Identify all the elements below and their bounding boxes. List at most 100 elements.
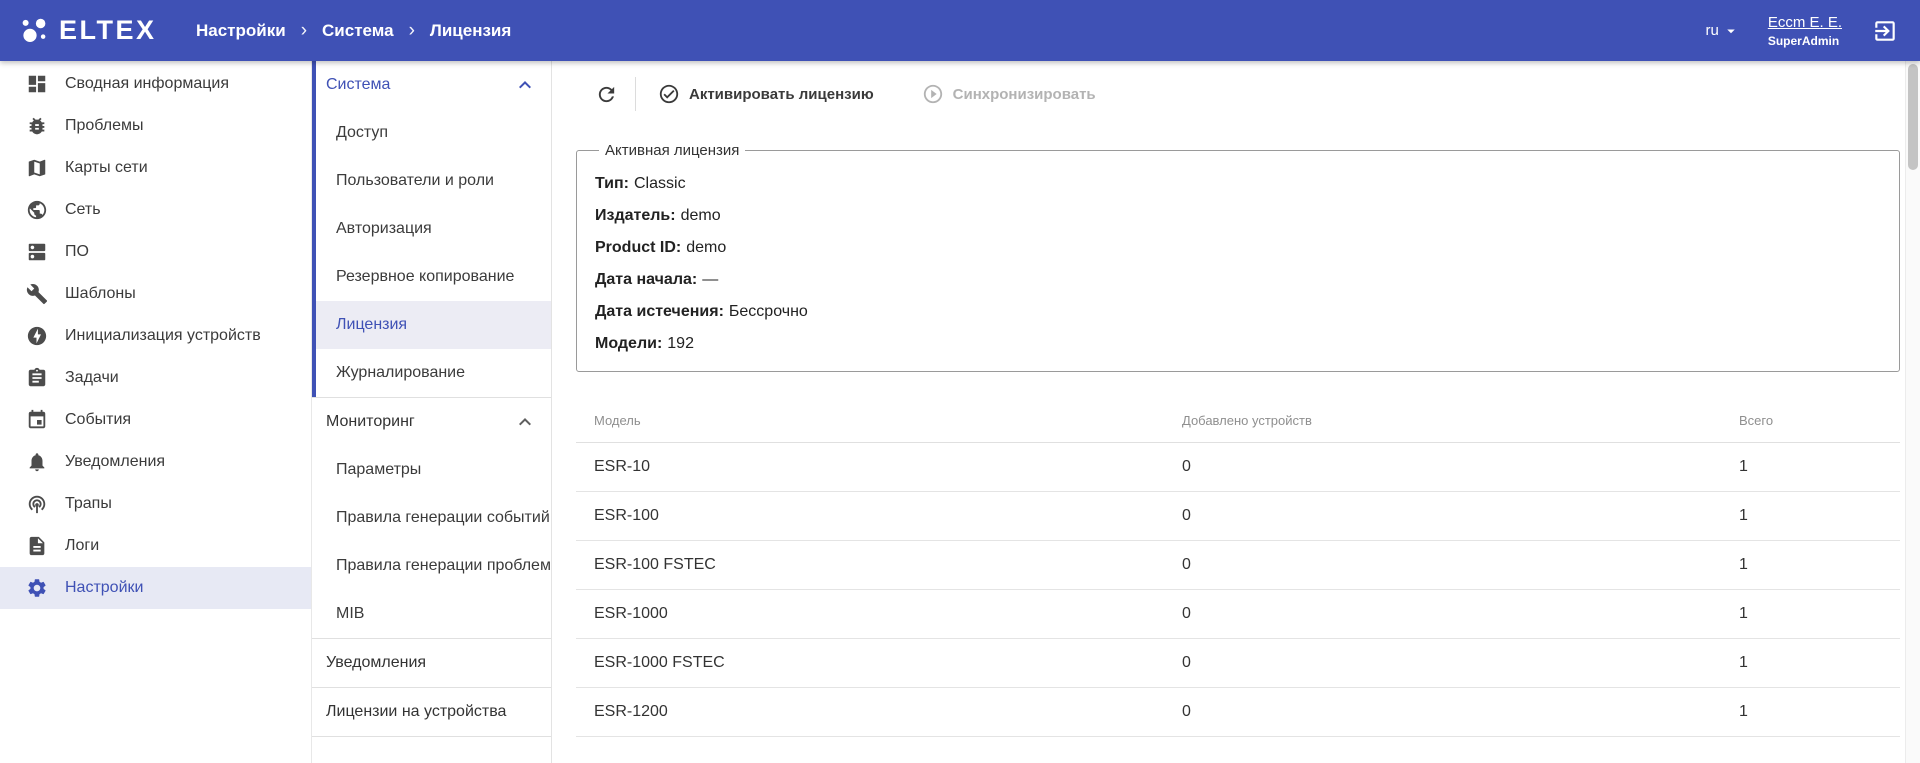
table-row: ESR-1000 FSTEC 0 1 [576, 639, 1900, 688]
toolbar: Активировать лицензию Синхронизировать [552, 68, 1920, 120]
submenu-item-logging[interactable]: Журналирование [316, 349, 551, 397]
breadcrumb-license[interactable]: Лицензия [430, 21, 511, 41]
scrollbar-thumb[interactable] [1908, 64, 1918, 170]
sidebar-item-events[interactable]: События [0, 399, 311, 441]
sidebar-item-label: Проблемы [65, 117, 143, 135]
table-row: ESR-100 0 1 [576, 492, 1900, 541]
submenu-item-authorization[interactable]: Авторизация [316, 205, 551, 253]
license-field-product-id: Product ID:demo [595, 239, 1881, 257]
table-row: ESR-1200 0 1 [576, 688, 1900, 737]
breadcrumb-settings[interactable]: Настройки [196, 21, 286, 41]
topbar-right: ru Eccm E. E. SuperAdmin [1705, 14, 1920, 48]
column-header-model: Модель [576, 398, 1182, 443]
logout-button[interactable] [1870, 16, 1900, 46]
submenu-header-monitoring[interactable]: Мониторинг [316, 398, 551, 446]
sidebar-item-label: Задачи [65, 369, 119, 387]
submenu-section-device-licenses[interactable]: Лицензии на устройства [312, 688, 551, 736]
divider [312, 736, 551, 737]
user-menu[interactable]: Eccm E. E. SuperAdmin [1768, 14, 1842, 48]
main-sidebar: Сводная информация Проблемы Карты сети С… [0, 61, 312, 763]
bolt-icon [26, 325, 48, 347]
globe-icon [26, 199, 48, 221]
submenu-section-system: Система Доступ Пользователи и роли Автор… [312, 61, 551, 397]
total-cell: 1 [1739, 688, 1900, 737]
field-label: Издатель: [595, 207, 676, 224]
sidebar-item-label: События [65, 411, 131, 429]
active-license-panel: Активная лицензия Тип:Classic Издатель:d… [576, 142, 1900, 372]
play-circle-icon [922, 83, 944, 105]
eltex-logo-icon [20, 16, 50, 46]
submenu-item-event-rules[interactable]: Правила генерации событий [316, 494, 551, 542]
sidebar-item-label: Настройки [65, 579, 143, 597]
eltex-logo[interactable]: ELTEX [0, 15, 170, 46]
chevron-right-icon: › [301, 20, 307, 42]
sidebar-item-traps[interactable]: Трапы [0, 483, 311, 525]
language-value: ru [1705, 22, 1718, 39]
sidebar-item-notifications[interactable]: Уведомления [0, 441, 311, 483]
active-license-legend: Активная лицензия [599, 142, 745, 159]
field-label: Дата истечения: [595, 303, 724, 320]
added-cell: 0 [1182, 492, 1739, 541]
field-label: Дата начала: [595, 271, 697, 288]
table-row: ESR-100 FSTEC 0 1 [576, 541, 1900, 590]
sidebar-item-network[interactable]: Сеть [0, 189, 311, 231]
language-selector[interactable]: ru [1705, 22, 1739, 40]
synchronize-button: Синхронизировать [918, 77, 1100, 111]
sidebar-item-network-maps[interactable]: Карты сети [0, 147, 311, 189]
submenu-item-problem-rules[interactable]: Правила генерации проблем [316, 542, 551, 590]
submenu-header-label: Система [326, 76, 390, 94]
model-cell: ESR-1200 [576, 688, 1182, 737]
check-circle-icon [658, 83, 680, 105]
license-field-expiry-date: Дата истечения: Бессрочно [595, 303, 1881, 321]
logo-text: ELTEX [59, 15, 157, 46]
submenu-section-notifications[interactable]: Уведомления [312, 639, 551, 687]
submenu-item-parameters[interactable]: Параметры [316, 446, 551, 494]
sidebar-item-label: Карты сети [65, 159, 148, 177]
user-name: Eccm E. E. [1768, 14, 1842, 31]
sidebar-item-problems[interactable]: Проблемы [0, 105, 311, 147]
submenu-item-backup[interactable]: Резервное копирование [316, 253, 551, 301]
field-value: Classic [634, 175, 686, 192]
sidebar-item-software[interactable]: ПО [0, 231, 311, 273]
sidebar-item-tasks[interactable]: Задачи [0, 357, 311, 399]
topbar: ELTEX Настройки › Система › Лицензия ru … [0, 0, 1920, 61]
field-value: demo [681, 207, 721, 224]
vertical-scrollbar[interactable] [1905, 61, 1920, 763]
field-value: — [702, 271, 718, 288]
submenu-header-system[interactable]: Система [316, 61, 551, 109]
table-row: ESR-1000 0 1 [576, 590, 1900, 639]
calendar-icon [26, 409, 48, 431]
added-cell: 0 [1182, 443, 1739, 492]
sidebar-item-label: Инициализация устройств [65, 327, 261, 345]
sidebar-item-device-init[interactable]: Инициализация устройств [0, 315, 311, 357]
submenu-section-monitoring: Мониторинг Параметры Правила генерации с… [312, 398, 551, 638]
sidebar-item-settings[interactable]: Настройки [0, 567, 311, 609]
sidebar-item-summary[interactable]: Сводная информация [0, 63, 311, 105]
sidebar-item-templates[interactable]: Шаблоны [0, 273, 311, 315]
total-cell: 1 [1739, 492, 1900, 541]
server-icon [26, 241, 48, 263]
model-cell: ESR-1000 [576, 590, 1182, 639]
submenu-item-access[interactable]: Доступ [316, 109, 551, 157]
added-cell: 0 [1182, 590, 1739, 639]
activate-license-label: Активировать лицензию [689, 86, 874, 103]
settings-submenu: Система Доступ Пользователи и роли Автор… [312, 61, 552, 763]
total-cell: 1 [1739, 590, 1900, 639]
field-value: Бессрочно [729, 303, 808, 320]
dashboard-icon [26, 73, 48, 95]
breadcrumb-system[interactable]: Система [322, 21, 394, 41]
sidebar-item-logs[interactable]: Логи [0, 525, 311, 567]
submenu-item-users-roles[interactable]: Пользователи и роли [316, 157, 551, 205]
model-cell: ESR-100 [576, 492, 1182, 541]
field-label: Модели: [595, 335, 662, 352]
refresh-button[interactable] [590, 78, 623, 111]
submenu-item-license[interactable]: Лицензия [316, 301, 551, 349]
submenu-item-mib[interactable]: MIB [316, 590, 551, 638]
antenna-icon [26, 493, 48, 515]
synchronize-label: Синхронизировать [953, 86, 1096, 103]
table-row: ESR-10 0 1 [576, 443, 1900, 492]
added-cell: 0 [1182, 688, 1739, 737]
model-cell: ESR-10 [576, 443, 1182, 492]
clipboard-icon [26, 367, 48, 389]
activate-license-button[interactable]: Активировать лицензию [654, 77, 878, 111]
